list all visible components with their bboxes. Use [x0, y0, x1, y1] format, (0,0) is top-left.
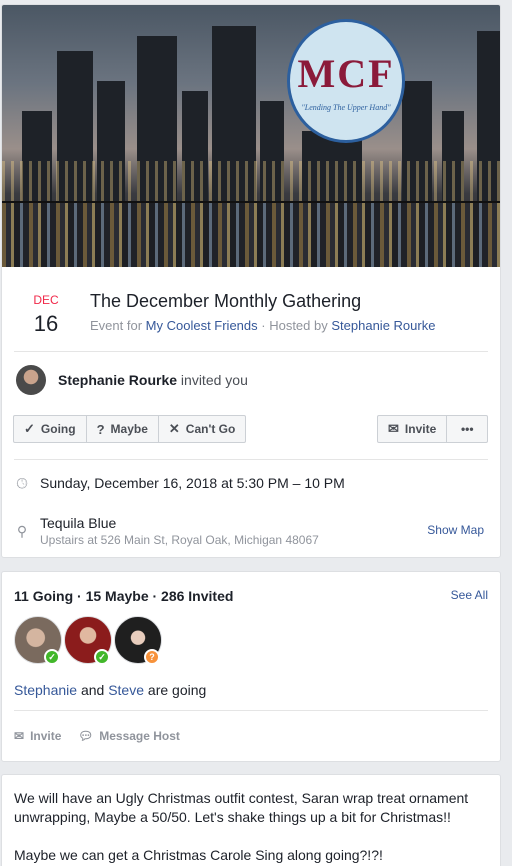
cant-go-button[interactable]: ✕ Can't Go	[159, 416, 245, 442]
see-all-link[interactable]: See All	[451, 588, 488, 602]
messenger-icon: 💬︎	[78, 729, 94, 743]
message-host-action[interactable]: 💬︎ Message Host	[78, 729, 180, 743]
guests-card: 11 Going · 15 Maybe · 286 Invited See Al…	[1, 571, 501, 762]
divider	[14, 459, 488, 460]
going-summary: Stephanie and Steve are going	[14, 682, 206, 698]
group-link[interactable]: My Coolest Friends	[146, 318, 258, 333]
mcf-logo: MCF "Lending The Upper Hand"	[287, 19, 405, 143]
event-subtitle: Event for My Coolest Friends · Hosted by…	[90, 318, 435, 333]
description-paragraph: Maybe we can get a Christmas Carole Sing…	[14, 847, 383, 863]
divider	[14, 710, 488, 711]
and-text: and	[80, 682, 105, 698]
divider	[14, 351, 488, 352]
location-pin-icon: ⚲	[16, 523, 28, 539]
show-map-link[interactable]: Show Map	[427, 523, 484, 537]
cover-photo[interactable]: MCF "Lending The Upper Hand"	[2, 5, 500, 267]
event-title: The December Monthly Gathering	[90, 291, 362, 311]
guest-link[interactable]: Steve	[108, 682, 144, 698]
invite-button[interactable]: ✉ Invite	[378, 416, 448, 442]
are-going-text: are going	[147, 682, 207, 698]
event-month: DEC	[33, 293, 59, 307]
going-label: Going	[40, 422, 76, 436]
inviter-action: invited you	[180, 372, 248, 388]
invite-action[interactable]: ✉ Invite	[14, 729, 61, 743]
maybe-question-icon: ?	[144, 649, 160, 665]
rsvp-buttons: ✓ Going ? Maybe ✕ Can't Go	[13, 415, 247, 443]
event-datetime[interactable]: Sunday, December 16, 2018 at 5:30 PM – 1…	[40, 475, 345, 491]
check-icon: ✓	[24, 421, 35, 436]
event-card: MCF "Lending The Upper Hand" DEC 16 The …	[1, 4, 501, 558]
inviter-avatar[interactable]	[16, 365, 46, 395]
venue-name[interactable]: Tequila Blue	[40, 515, 116, 531]
event-day: 16	[33, 311, 59, 336]
clock-icon: 🕓︎	[16, 475, 28, 491]
question-icon: ?	[96, 421, 105, 437]
invite-buttons: ✉ Invite •••	[377, 415, 489, 443]
logo-motto: "Lending The Upper Hand"	[301, 103, 391, 112]
guest-link[interactable]: Stephanie	[14, 682, 77, 698]
message-host-label: Message Host	[99, 729, 180, 743]
envelope-icon: ✉	[388, 421, 399, 436]
inviter-name[interactable]: Stephanie Rourke	[58, 372, 177, 388]
cant-go-label: Can't Go	[185, 422, 236, 436]
event-date: DEC 16	[16, 293, 76, 337]
event-for-prefix: Event for	[90, 318, 143, 333]
host-link[interactable]: Stephanie Rourke	[331, 318, 435, 333]
guest-stats[interactable]: 11 Going · 15 Maybe · 286 Invited	[14, 588, 233, 604]
inviter-line: Stephanie Rourke invited you	[58, 372, 248, 388]
more-options-button[interactable]: •••	[447, 416, 487, 442]
going-check-icon: ✓	[44, 649, 60, 665]
more-icon: •••	[460, 422, 474, 436]
invite-label: Invite	[404, 422, 437, 436]
description-card: We will have an Ugly Christmas outfit co…	[1, 774, 501, 866]
maybe-button[interactable]: ? Maybe	[87, 416, 159, 442]
hosted-by-prefix: · Hosted by	[261, 318, 328, 333]
invite-action-label: Invite	[30, 729, 62, 743]
event-description: We will have an Ugly Christmas outfit co…	[14, 789, 484, 866]
maybe-label: Maybe	[110, 422, 148, 436]
description-paragraph: We will have an Ugly Christmas outfit co…	[14, 790, 469, 825]
going-button[interactable]: ✓ Going	[14, 416, 87, 442]
logo-letters: MCF	[297, 51, 395, 96]
going-check-icon: ✓	[94, 649, 110, 665]
close-icon: ✕	[168, 421, 180, 436]
envelope-icon: ✉	[14, 729, 25, 743]
venue-address: Upstairs at 526 Main St, Royal Oak, Mich…	[40, 533, 319, 547]
